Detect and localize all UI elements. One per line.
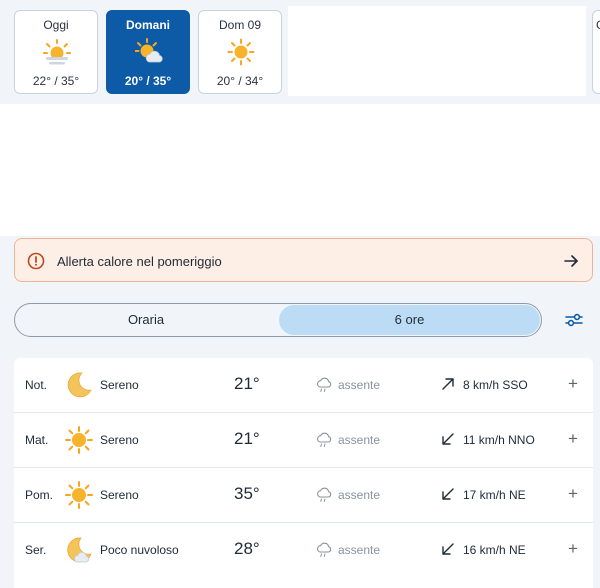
tab-6-hours[interactable]: 6 ore [279,305,540,335]
day-temps: 22° / 35° [32,74,80,88]
wind-value: 16 km/h NE [463,543,526,557]
day-card-sun09[interactable]: Dom 09 20° / 34° [198,10,282,94]
period-label: Mat. [25,433,49,447]
table-row[interactable]: Pom. Sereno 35° assente 17 km/h NE + [14,468,593,523]
sun-icon [65,426,93,454]
moon-cloud-icon [67,537,92,563]
wind-value: 17 km/h NE [463,488,526,502]
sun-icon [227,38,255,66]
sun-cloud-icon [135,38,163,63]
precipitation: assente [338,378,381,392]
table-row[interactable]: Not. Sereno 21° assente 8 km/h SSO + [14,358,593,413]
wind-value: 11 km/h NNO [463,433,535,447]
condition-label: Sereno [100,488,139,502]
temperature: 21° [234,429,260,448]
condition-label: Poco nuvoloso [100,543,179,557]
day-name: Domani [125,18,170,32]
period-label: Ser. [25,543,47,557]
forecast-section: Allerta calore nel pomeriggio Oraria 6 o… [0,236,600,588]
alert-text: Allerta calore nel pomeriggio [57,254,222,269]
arrow-down-left-icon [442,488,454,500]
arrow-down-left-icon [442,433,454,445]
rain-cloud-icon [317,542,332,557]
day-card-next[interactable]: G [592,10,600,94]
period-label: Not. [25,378,48,392]
forecast-table: Not. Sereno 21° assente 8 km/h SSO + Mat… [14,358,593,588]
day-card-tomorrow[interactable]: Domani 20° / 35° [106,10,190,94]
precipitation: assente [338,433,381,447]
sun-icon [65,481,93,509]
settings-sliders-icon[interactable] [565,311,583,329]
moon-icon [67,372,92,398]
arrow-down-left-icon [442,543,454,555]
sun-haze-icon [43,39,71,65]
wind-value: 8 km/h SSO [463,378,528,392]
temperature: 21° [234,374,260,393]
temperature: 28° [234,539,260,558]
rain-cloud-icon [317,487,332,502]
rain-cloud-icon [317,377,332,392]
arrow-right-icon[interactable] [562,252,580,270]
day-name: G [596,18,600,32]
condition-label: Sereno [100,433,139,447]
day-card-today[interactable]: Oggi 22° / 35° [14,10,98,94]
warning-circle-icon [27,252,45,270]
precipitation: assente [338,543,381,557]
day-temps: 20° / 35° [124,74,172,88]
plus-icon[interactable]: + [566,428,580,450]
plus-icon[interactable]: + [566,373,580,395]
day-selector: Oggi 22° / 35° Domani 20° / 35° Dom 09 2… [0,0,600,104]
day-strip-blank [288,6,586,96]
arrow-up-right-icon [442,378,454,390]
view-toggle: Oraria 6 ore [14,303,542,337]
precipitation: assente [338,488,381,502]
temperature: 35° [234,484,260,503]
day-temps: 20° / 34° [216,74,264,88]
plus-icon[interactable]: + [566,538,580,560]
day-name: Dom 09 [218,18,262,32]
plus-icon[interactable]: + [566,483,580,505]
heat-alert-banner[interactable]: Allerta calore nel pomeriggio [14,238,593,282]
day-name: Oggi [43,18,69,32]
rain-cloud-icon [317,432,332,447]
condition-label: Sereno [100,378,139,392]
table-row[interactable]: Ser. Poco nuvoloso 28° assente 16 km/h N… [14,523,593,578]
tab-hourly[interactable]: Oraria [15,304,277,336]
table-row[interactable]: Mat. Sereno 21° assente 11 km/h NNO + [14,413,593,468]
period-label: Pom. [25,488,54,502]
